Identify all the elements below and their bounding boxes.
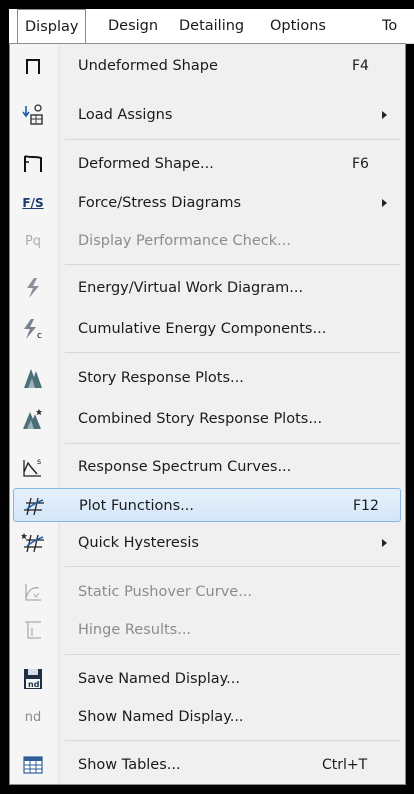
named-display-icon: nd bbox=[13, 700, 53, 734]
combined-story-response-icon bbox=[13, 402, 53, 436]
menu-bar: Display Design Detailing Options To bbox=[9, 9, 414, 46]
separator bbox=[65, 566, 400, 567]
menu-item-static-pushover-curve[interactable]: Static Pushover Curve... bbox=[13, 575, 401, 609]
menu-item-label: Deformed Shape... bbox=[78, 156, 214, 172]
menu-item-label: Save Named Display... bbox=[78, 671, 240, 687]
separator bbox=[65, 443, 400, 444]
tables-icon bbox=[13, 748, 53, 782]
menu-item-save-named-display[interactable]: nd Save Named Display... bbox=[13, 662, 401, 696]
menu-item-undeformed-shape[interactable]: Undeformed Shape F4 bbox=[13, 49, 401, 83]
quick-hysteresis-icon bbox=[13, 526, 53, 560]
menu-options[interactable]: Options bbox=[270, 9, 326, 43]
save-display-icon: nd bbox=[13, 662, 53, 696]
menu-item-label: Quick Hysteresis bbox=[78, 535, 199, 551]
performance-check-icon-text: Pq bbox=[24, 233, 42, 249]
shortcut-label: Ctrl+T bbox=[322, 757, 368, 773]
story-response-icon bbox=[13, 361, 53, 395]
response-spectrum-icon: s bbox=[13, 450, 53, 484]
separator bbox=[65, 264, 400, 265]
display-dropdown-menu: Undeformed Shape F4 Load Assigns Deforme… bbox=[9, 43, 406, 785]
menu-item-label: Story Response Plots... bbox=[78, 370, 244, 386]
submenu-arrow-icon bbox=[382, 539, 387, 547]
menu-item-label: Response Spectrum Curves... bbox=[78, 459, 292, 475]
menu-item-label: Load Assigns bbox=[78, 107, 173, 123]
load-assigns-icon bbox=[13, 98, 53, 132]
named-display-icon-text: nd bbox=[24, 709, 42, 725]
energy-diagram-icon bbox=[13, 271, 53, 305]
menu-item-label: Show Named Display... bbox=[78, 709, 244, 725]
pushover-curve-icon bbox=[13, 575, 53, 609]
submenu-arrow-icon bbox=[382, 199, 387, 207]
menu-item-label: Force/Stress Diagrams bbox=[78, 195, 242, 211]
response-spectrum-icon-text: s bbox=[37, 457, 41, 466]
menu-item-energy-virtual-work[interactable]: Energy/Virtual Work Diagram... bbox=[13, 271, 401, 305]
save-display-icon-text: nd bbox=[28, 680, 40, 689]
menu-item-label: Hinge Results... bbox=[78, 622, 192, 638]
menu-design[interactable]: Design bbox=[108, 9, 158, 43]
menu-display[interactable]: Display bbox=[17, 9, 87, 46]
menu-item-label: Undeformed Shape bbox=[78, 58, 218, 74]
menu-detailing[interactable]: Detailing bbox=[179, 9, 244, 43]
force-stress-icon: F/S bbox=[13, 186, 53, 220]
shortcut-label: F12 bbox=[353, 498, 379, 514]
cumulative-energy-icon: c bbox=[13, 312, 53, 346]
menu-item-combined-story-response[interactable]: Combined Story Response Plots... bbox=[13, 402, 401, 436]
separator bbox=[65, 740, 400, 741]
menu-item-hinge-results[interactable]: Hinge Results... bbox=[13, 613, 401, 647]
menu-item-load-assigns[interactable]: Load Assigns bbox=[13, 98, 401, 132]
separator bbox=[65, 352, 400, 353]
menu-item-story-response-plots[interactable]: Story Response Plots... bbox=[13, 361, 401, 395]
separator bbox=[65, 654, 400, 655]
menu-item-display-performance-check[interactable]: Pq Display Performance Check... bbox=[13, 224, 401, 258]
separator bbox=[65, 139, 400, 140]
submenu-arrow-icon bbox=[382, 111, 387, 119]
plot-functions-icon bbox=[14, 489, 54, 523]
force-stress-icon-text: F/S bbox=[22, 196, 44, 210]
menu-item-response-spectrum-curves[interactable]: s Response Spectrum Curves... bbox=[13, 450, 401, 484]
menu-item-show-named-display[interactable]: nd Show Named Display... bbox=[13, 700, 401, 734]
menu-item-force-stress-diagrams[interactable]: F/S Force/Stress Diagrams bbox=[13, 186, 401, 220]
undeformed-shape-icon bbox=[13, 49, 53, 83]
menu-item-plot-functions[interactable]: Plot Functions... F12 bbox=[13, 488, 401, 522]
shortcut-label: F4 bbox=[352, 58, 369, 74]
menu-item-label: Display Performance Check... bbox=[78, 233, 291, 249]
deformed-shape-icon bbox=[13, 147, 53, 181]
menu-item-label: Static Pushover Curve... bbox=[78, 584, 253, 600]
menu-item-cumulative-energy[interactable]: c Cumulative Energy Components... bbox=[13, 312, 401, 346]
menu-tools[interactable]: To bbox=[382, 9, 397, 43]
menu-item-label: Combined Story Response Plots... bbox=[78, 411, 323, 427]
menu-item-quick-hysteresis[interactable]: Quick Hysteresis bbox=[13, 526, 401, 560]
cumulative-energy-icon-text: c bbox=[37, 331, 42, 340]
menu-item-deformed-shape[interactable]: Deformed Shape... F6 bbox=[13, 147, 401, 181]
menu-item-show-tables[interactable]: Show Tables... Ctrl+T bbox=[13, 748, 401, 782]
hinge-results-icon bbox=[13, 613, 53, 647]
menu-item-label: Cumulative Energy Components... bbox=[78, 321, 327, 337]
shortcut-label: F6 bbox=[352, 156, 369, 172]
menu-item-label: Energy/Virtual Work Diagram... bbox=[78, 280, 304, 296]
menu-item-label: Show Tables... bbox=[78, 757, 181, 773]
performance-check-icon: Pq bbox=[13, 224, 53, 258]
menu-item-label: Plot Functions... bbox=[79, 498, 194, 514]
